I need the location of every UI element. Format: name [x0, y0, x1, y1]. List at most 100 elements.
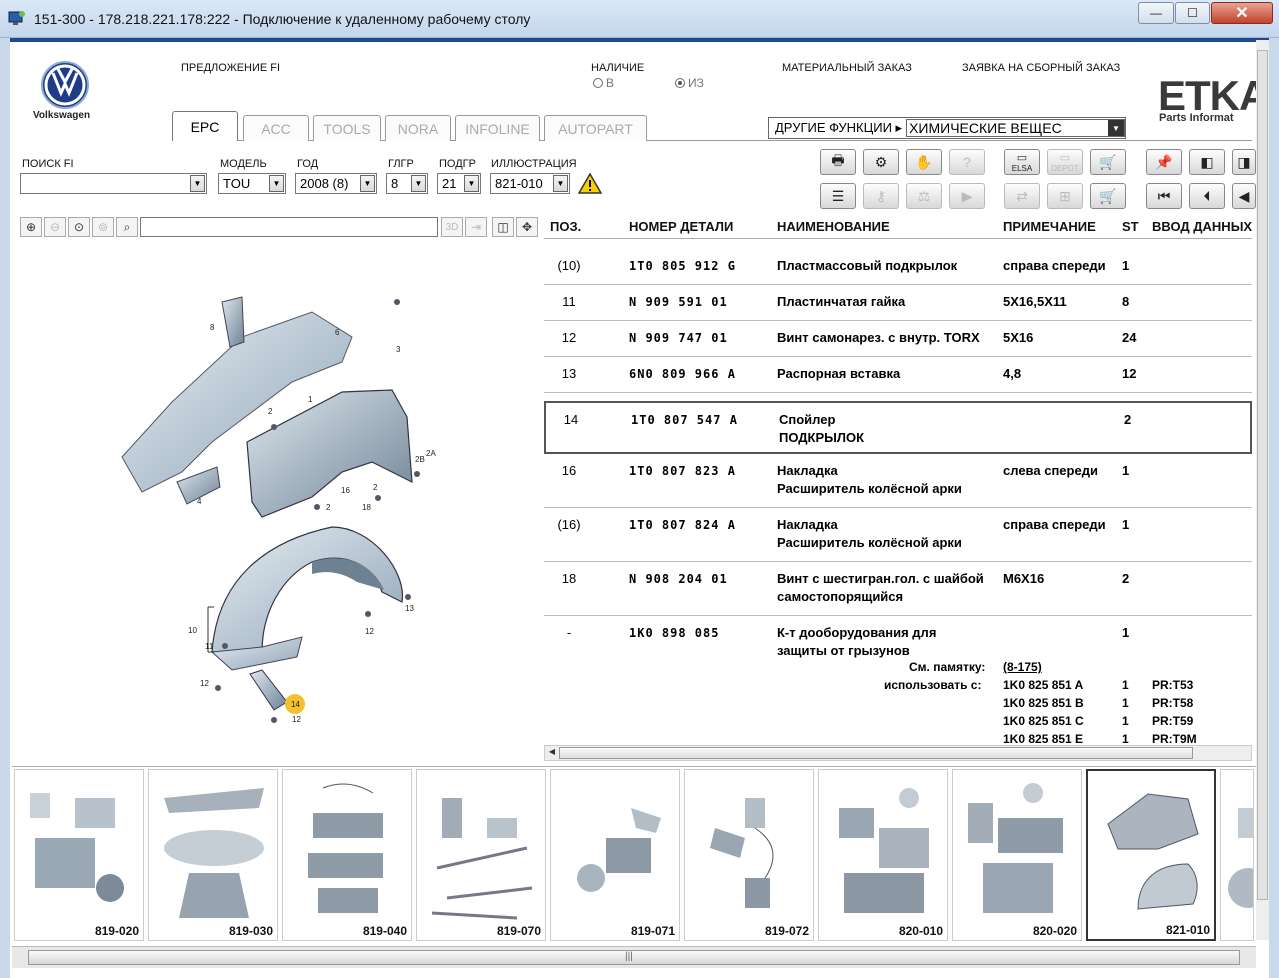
offer-fi-link[interactable]: ПРЕДЛОЖЕНИЕ FI	[181, 62, 280, 74]
use-with-part[interactable]: 1K0 825 851 A	[1003, 678, 1083, 692]
callout-label[interactable]: 12	[200, 679, 209, 688]
search-icon[interactable]: ⌕	[116, 217, 138, 237]
chevron-down-icon[interactable]: ▼	[360, 175, 375, 192]
assembly-order-link[interactable]: ЗАЯВКА НА СБОРНЫЙ ЗАКАЗ	[962, 62, 1120, 74]
table-horizontal-scrollbar[interactable]: ◀	[544, 745, 1252, 761]
thumbnail-819-020[interactable]: 819-020	[14, 769, 144, 941]
illustration-search-input[interactable]	[140, 217, 438, 237]
table-row[interactable]: (10) 1T0 805 912 G Пластмассовый подкрыл…	[544, 249, 1252, 285]
basket-icon[interactable]: ⊞	[1047, 183, 1083, 209]
pin-icon[interactable]: 📌	[1146, 149, 1182, 175]
zoom-fit-icon[interactable]: ⊙	[68, 217, 90, 237]
zoom-in-icon[interactable]: ⊕	[20, 217, 42, 237]
search-fi-input[interactable]: ▼	[20, 173, 207, 194]
layout-icon[interactable]: ◫	[492, 217, 514, 237]
table-row[interactable]: 18 N 908 204 01 Винт с шестигран.гол. с …	[544, 562, 1252, 616]
tab-epc[interactable]: EPC	[172, 111, 238, 141]
elsa-button[interactable]: ▭ ELSA	[1004, 149, 1040, 175]
col-note-header[interactable]: ПРИМЕЧАНИЕ	[1003, 219, 1096, 234]
thumbnail-819-071[interactable]: 819-071	[550, 769, 680, 941]
split-view-icon[interactable]: ⇥	[465, 217, 487, 237]
callout-label[interactable]: 6	[335, 328, 340, 337]
page-back-icon[interactable]: ◧	[1189, 149, 1225, 175]
thumbnail-820-020[interactable]: 820-020	[952, 769, 1082, 941]
warning-icon[interactable]	[578, 172, 602, 194]
col-input-header[interactable]: ВВОД ДАННЫХ	[1152, 219, 1252, 234]
table-row[interactable]: 12 N 909 747 01 Винт самонарез. с внутр.…	[544, 321, 1252, 357]
callout-label[interactable]: 16	[341, 486, 350, 495]
thumbnail-819-072[interactable]: 819-072	[684, 769, 814, 941]
callout-label[interactable]: 2B	[415, 455, 425, 464]
chevron-down-icon[interactable]: ▼	[269, 175, 284, 192]
chevron-down-icon[interactable]: ▼	[553, 175, 568, 192]
col-pos-header[interactable]: ПОЗ.	[550, 219, 581, 234]
avail-in-radio[interactable]: В	[593, 76, 614, 90]
col-name-header[interactable]: НАИМЕНОВАНИЕ	[777, 219, 890, 234]
thumbnails-scrollbar[interactable]: |||	[12, 946, 1256, 968]
handshake-icon[interactable]: ✋	[906, 149, 942, 175]
callout-label[interactable]: 18	[362, 503, 371, 512]
callout-label[interactable]: 13	[405, 604, 414, 613]
zoom-100-icon[interactable]: ⊚	[92, 217, 114, 237]
scale-icon[interactable]: ⚖	[906, 183, 942, 209]
use-with-part[interactable]: 1K0 825 851 C	[1003, 714, 1084, 728]
service-icon[interactable]: ⚙	[863, 149, 899, 175]
thumbnail-next-partial[interactable]	[1220, 769, 1254, 941]
table-row[interactable]: 16 1T0 807 823 A Накладка Расширитель ко…	[544, 454, 1252, 508]
previous-icon[interactable]: ⏴	[1189, 183, 1225, 209]
thumbnail-819-070[interactable]: 819-070	[416, 769, 546, 941]
resize-icon[interactable]: ✥	[516, 217, 538, 237]
callout-label[interactable]: 10	[188, 626, 197, 635]
callout-label[interactable]: 1	[308, 395, 313, 404]
window-vertical-scrollbar[interactable]	[1256, 40, 1269, 940]
table-row[interactable]: (16) 1T0 807 824 A Накладка Расширитель …	[544, 508, 1252, 562]
tab-infoline[interactable]: INFOLINE	[455, 115, 540, 141]
callout-label[interactable]: 3	[396, 345, 401, 354]
year-select[interactable]: 2008 (8) ▼	[295, 173, 377, 194]
tab-acc[interactable]: ACC	[243, 115, 309, 141]
scrollbar-thumb[interactable]	[1257, 50, 1268, 900]
scrollbar-thumb[interactable]	[559, 747, 1193, 759]
other-functions-select[interactable]: ХИМИЧЕСКИЕ ВЕЩЕС ▼	[906, 119, 1125, 137]
subgroup-select[interactable]: 21 ▼	[437, 173, 481, 194]
first-page-icon[interactable]: ⏮	[1146, 183, 1182, 209]
minimize-button[interactable]: —	[1138, 2, 1174, 24]
play-icon[interactable]: ▶	[949, 183, 985, 209]
other-functions-selector[interactable]: ДРУГИЕ ФУНКЦИИ ▸ ХИМИЧЕСКИЕ ВЕЩЕС ▼	[768, 117, 1126, 139]
table-row[interactable]: - 1K0 898 085 К-т дооборудования для защ…	[544, 616, 1252, 746]
spoiler-shape[interactable]	[249, 669, 288, 711]
thumbnail-819-030[interactable]: 819-030	[148, 769, 278, 941]
use-with-part[interactable]: 1K0 825 851 E	[1003, 732, 1083, 746]
use-with-part[interactable]: 1K0 825 851 B	[1003, 696, 1084, 710]
callout-label[interactable]: 12	[292, 715, 301, 724]
callout-label[interactable]: 2A	[426, 449, 436, 458]
model-select[interactable]: TOU ▼	[218, 173, 286, 194]
callout-label[interactable]: 4	[197, 497, 202, 506]
chevron-down-icon[interactable]: ▼	[190, 175, 205, 192]
chevron-down-icon[interactable]: ▼	[464, 175, 479, 192]
tab-nora[interactable]: NORA	[385, 115, 451, 141]
depot-button[interactable]: ▭ DEPOT	[1047, 149, 1083, 175]
table-row[interactable]: 13 6N0 809 966 A Распорная вставка 4,8 1…	[544, 357, 1252, 393]
cart-transfer-icon[interactable]: 🛒	[1090, 149, 1126, 175]
col-part-header[interactable]: НОМЕР ДЕТАЛИ	[629, 219, 733, 234]
view-3d-button[interactable]: 3D	[441, 217, 463, 237]
thumbnail-819-040[interactable]: 819-040	[282, 769, 412, 941]
close-button[interactable]: ✕	[1211, 2, 1273, 24]
callout-label[interactable]: 2	[326, 503, 331, 512]
material-order-link[interactable]: МАТЕРИАЛЬНЫЙ ЗАКАЗ	[782, 62, 912, 74]
thumbnail-821-010[interactable]: 821-010	[1086, 769, 1216, 941]
chevron-down-icon[interactable]: ▼	[411, 175, 426, 192]
callout-label[interactable]: 2	[268, 407, 273, 416]
callout-label[interactable]: 8	[210, 323, 215, 332]
scrollbar-thumb[interactable]: |||	[28, 950, 1240, 965]
tab-tools[interactable]: TOOLS	[313, 115, 381, 141]
table-row[interactable]: 11 N 909 591 01 Пластинчатая гайка 5X16,…	[544, 285, 1252, 321]
chevron-down-icon[interactable]: ▼	[1108, 120, 1124, 136]
callout-label[interactable]: 11	[205, 642, 214, 651]
page-forward-icon[interactable]: ◨	[1232, 149, 1256, 175]
scroll-left-icon[interactable]: ◀	[546, 747, 558, 759]
tab-autopart[interactable]: AUTOPART	[544, 115, 647, 141]
thumbnail-820-010[interactable]: 820-010	[818, 769, 948, 941]
callout-label[interactable]: 2	[373, 483, 378, 492]
